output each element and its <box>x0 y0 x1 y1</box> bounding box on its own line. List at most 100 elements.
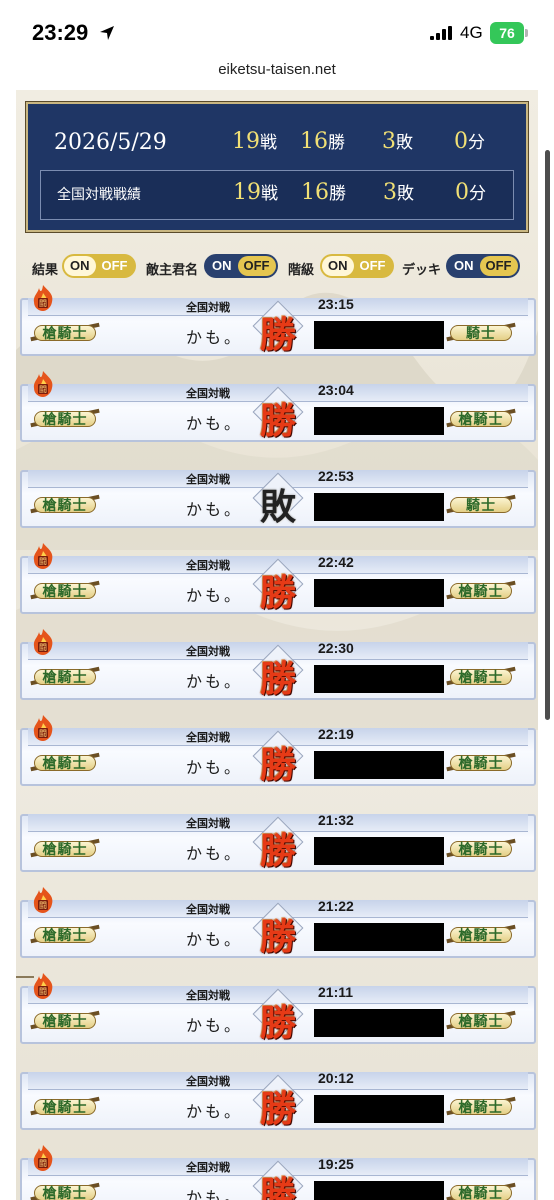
svg-text:闘: 闘 <box>39 557 47 566</box>
toggle-rank-on[interactable]: ON <box>322 256 354 276</box>
opponent-rank-badge: 槍騎士 <box>446 746 516 778</box>
stat-wins-national: 16勝 <box>301 180 346 205</box>
toggle-enemy-name[interactable]: ON OFF <box>204 254 278 278</box>
battle-row[interactable]: 闘槍騎士 全国対戦 かも。勝 22:19 槍騎士 <box>20 715 536 788</box>
player-rank-badge: 槍騎士 <box>30 660 100 692</box>
svg-text:闘: 闘 <box>39 901 47 910</box>
result-mark: 勝 <box>252 816 304 872</box>
result-text: 勝 <box>259 400 296 442</box>
result-mark: 勝 <box>252 558 304 614</box>
battle-time: 21:32 <box>318 812 354 828</box>
battle-row[interactable]: 槍騎士 全国対戦 かも。勝 20:12 槍騎士 <box>20 1062 536 1132</box>
flame-crest-icon: 闘 <box>33 629 53 655</box>
toggle-enemy-name-on[interactable]: ON <box>206 256 238 276</box>
toggle-rank[interactable]: ON OFF <box>320 254 394 278</box>
redacted-opponent-name <box>314 579 444 607</box>
player-name: かも。 <box>186 586 244 605</box>
redacted-opponent-name <box>314 837 444 865</box>
battle-row[interactable]: 闘槍騎士 全国対戦 かも。勝 22:30 槍騎士 <box>20 629 536 702</box>
opponent-rank-badge: 騎士 <box>446 316 516 348</box>
player-rank: 槍騎士 <box>42 584 88 600</box>
battle-row[interactable]: 闘槍騎士 全国対戦 かも。勝 21:22 槍騎士 <box>20 887 536 960</box>
toggle-deck-off[interactable]: OFF <box>479 256 518 276</box>
player-rank: 槍騎士 <box>42 1100 88 1116</box>
battle-mode: 全国対戦 <box>186 817 230 830</box>
battle-row[interactable]: 闘槍騎士 全国対戦 かも。勝 23:04 槍騎士 <box>20 371 536 444</box>
toggle-label-enemy-name: 敵主君名 <box>146 263 199 278</box>
toggle-deck-on[interactable]: ON <box>448 256 480 276</box>
stat-losses-national: 3敗 <box>383 180 414 205</box>
player-name: かも。 <box>186 500 244 519</box>
svg-text:闘: 闘 <box>39 1159 47 1168</box>
battle-time: 22:53 <box>318 468 354 484</box>
toggle-result-off[interactable]: OFF <box>96 256 134 276</box>
flame-crest-icon: 闘 <box>33 715 53 741</box>
toggle-label-rank: 階級 <box>288 263 315 278</box>
battle-row[interactable]: 闘槍騎士 全国対戦 かも。勝 23:15 騎士 <box>20 285 536 358</box>
redacted-opponent-name <box>314 1181 444 1200</box>
battle-row[interactable]: 闘槍騎士 全国対戦 かも。勝 21:11 槍騎士 <box>20 973 536 1046</box>
result-text: 勝 <box>259 744 296 786</box>
result-mark: 勝 <box>252 988 304 1044</box>
page-content: 2026/5/29 19戦 16勝 3敗 0分 全国対戦戦績 19戦 16勝 3… <box>16 90 538 1200</box>
opponent-rank: 騎士 <box>466 326 496 342</box>
url-bar[interactable]: eiketsu-taisen.net <box>0 58 554 86</box>
toggle-result-on[interactable]: ON <box>64 256 96 276</box>
stat-losses: 3敗 <box>382 129 413 154</box>
battle-time: 22:19 <box>318 726 354 742</box>
opponent-rank-badge: 槍騎士 <box>446 1176 516 1200</box>
battle-row[interactable]: 闘槍騎士 全国対戦 かも。勝 22:42 槍騎士 <box>20 543 536 616</box>
flame-crest-icon: 闘 <box>33 1145 53 1171</box>
redacted-opponent-name <box>314 407 444 435</box>
battle-mode: 全国対戦 <box>186 473 230 486</box>
player-rank-badge: 槍騎士 <box>30 746 100 778</box>
svg-text:闘: 闘 <box>39 643 47 652</box>
stat-wins: 16勝 <box>300 129 345 154</box>
battle-mode: 全国対戦 <box>186 387 230 400</box>
result-text: 勝 <box>259 314 296 356</box>
redacted-opponent-name <box>314 751 444 779</box>
opponent-rank: 槍騎士 <box>458 670 504 686</box>
battery-tip <box>525 29 528 37</box>
toggle-result[interactable]: ON OFF <box>62 254 136 278</box>
player-name: かも。 <box>186 930 244 949</box>
record-summary-panel: 2026/5/29 19戦 16勝 3敗 0分 全国対戦戦績 19戦 16勝 3… <box>26 102 528 232</box>
player-name: かも。 <box>186 1016 244 1035</box>
battle-row[interactable]: 槍騎士 全国対戦 かも。敗 22:53 騎士 <box>20 460 536 530</box>
player-rank: 槍騎士 <box>42 928 88 944</box>
toggle-label-result: 結果 <box>32 263 59 278</box>
display-toggles: 結果 ON OFF 敵主君名 ON OFF 階級 ON OFF デッキ ON O… <box>16 254 538 280</box>
battle-time: 21:11 <box>318 984 354 1000</box>
player-rank: 槍騎士 <box>42 412 88 428</box>
signal-icon <box>430 26 452 40</box>
battle-time: 23:15 <box>318 296 354 312</box>
divider <box>16 976 34 978</box>
result-text: 勝 <box>259 1002 296 1044</box>
player-name: かも。 <box>186 328 244 347</box>
flame-crest-icon: 闘 <box>33 543 53 569</box>
redacted-opponent-name <box>314 1009 444 1037</box>
scrollbar-thumb[interactable] <box>545 150 550 720</box>
svg-text:闘: 闘 <box>39 385 47 394</box>
opponent-rank-badge: 騎士 <box>446 488 516 520</box>
player-rank-badge: 槍騎士 <box>30 402 100 434</box>
opponent-rank-badge: 槍騎士 <box>446 832 516 864</box>
toggle-deck[interactable]: ON OFF <box>446 254 520 278</box>
toggle-enemy-name-off[interactable]: OFF <box>237 256 276 276</box>
result-mark: 勝 <box>252 1074 304 1130</box>
battle-time: 22:42 <box>318 554 354 570</box>
battle-mode: 全国対戦 <box>186 903 230 916</box>
network-type: 4G <box>460 23 483 42</box>
player-rank-badge: 槍騎士 <box>30 316 100 348</box>
battle-row[interactable]: 闘槍騎士 全国対戦 かも。 勝 19:25 槍騎士 <box>20 1145 536 1200</box>
opponent-rank-badge: 槍騎士 <box>446 1004 516 1036</box>
toggle-rank-off[interactable]: OFF <box>354 256 392 276</box>
battle-time: 19:25 <box>318 1156 354 1172</box>
player-rank-badge: 槍騎士 <box>30 1090 100 1122</box>
svg-text:闘: 闘 <box>39 299 47 308</box>
opponent-rank-badge: 槍騎士 <box>446 402 516 434</box>
battle-row[interactable]: 槍騎士 全国対戦 かも。勝 21:32 槍騎士 <box>20 804 536 874</box>
opponent-rank: 槍騎士 <box>458 1186 504 1200</box>
battle-time: 21:22 <box>318 898 354 914</box>
redacted-opponent-name <box>314 923 444 951</box>
